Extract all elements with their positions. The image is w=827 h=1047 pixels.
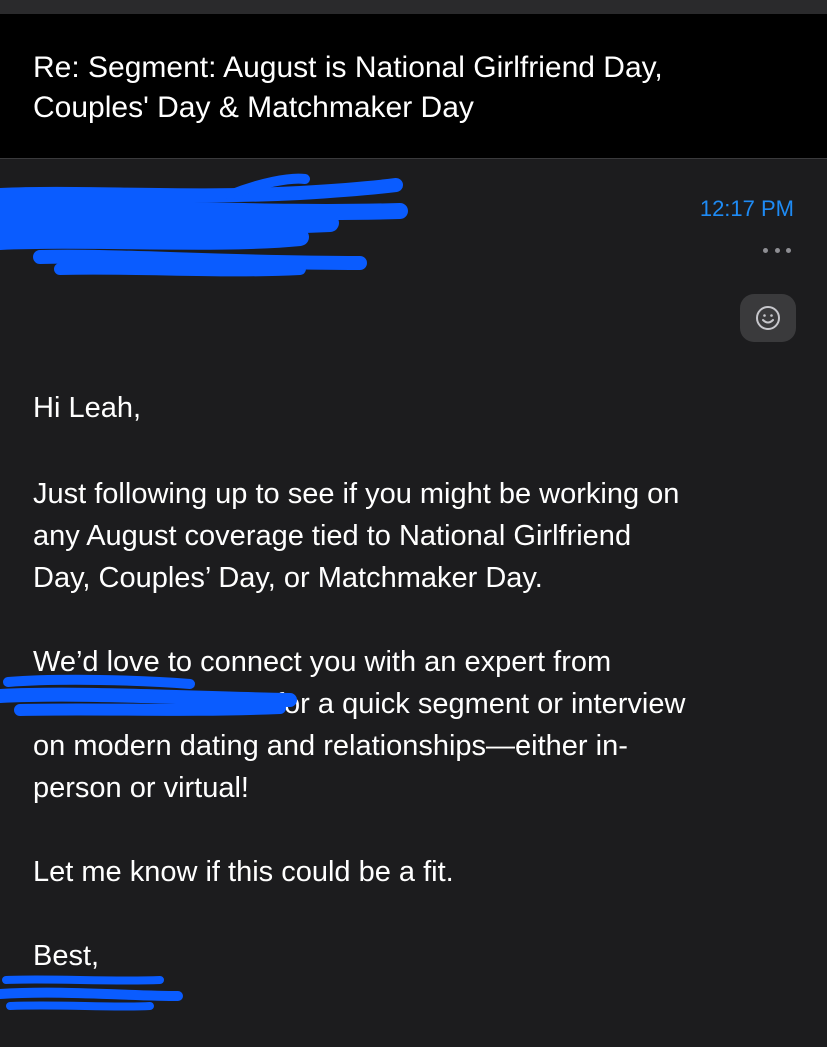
subject-line-1: Re: Segment: August is National Girlfrie… <box>33 51 663 84</box>
body-line: for a quick segment or interview <box>276 688 686 720</box>
body-line: Let me know if this could be a fit. <box>33 856 454 888</box>
body-line: on modern dating and relationships—eithe… <box>33 730 628 762</box>
body-line: person or virtual! <box>33 772 249 804</box>
reaction-button[interactable] <box>740 294 796 342</box>
greeting: Hi Leah, <box>33 392 142 424</box>
company-redaction <box>0 674 297 716</box>
signature-redaction <box>0 975 183 1011</box>
email-detail-screen: Re: Segment: August is National Girlfrie… <box>0 0 827 1047</box>
sender-redaction <box>0 173 408 277</box>
subject-line-2: Couples' Day & Matchmaker Day <box>33 91 474 124</box>
ellipsis-icon[interactable] <box>763 238 791 262</box>
body-line: Day, Couples’ Day, or Matchmaker Day. <box>33 562 543 594</box>
message-time: 12:17 PM <box>699 196 794 221</box>
status-strip <box>0 0 827 14</box>
smiley-icon <box>756 306 780 330</box>
body-line: Just following up to see if you might be… <box>33 478 680 510</box>
body-line: any August coverage tied to National Gir… <box>33 520 632 552</box>
subject-header: Re: Segment: August is National Girlfrie… <box>0 14 827 159</box>
